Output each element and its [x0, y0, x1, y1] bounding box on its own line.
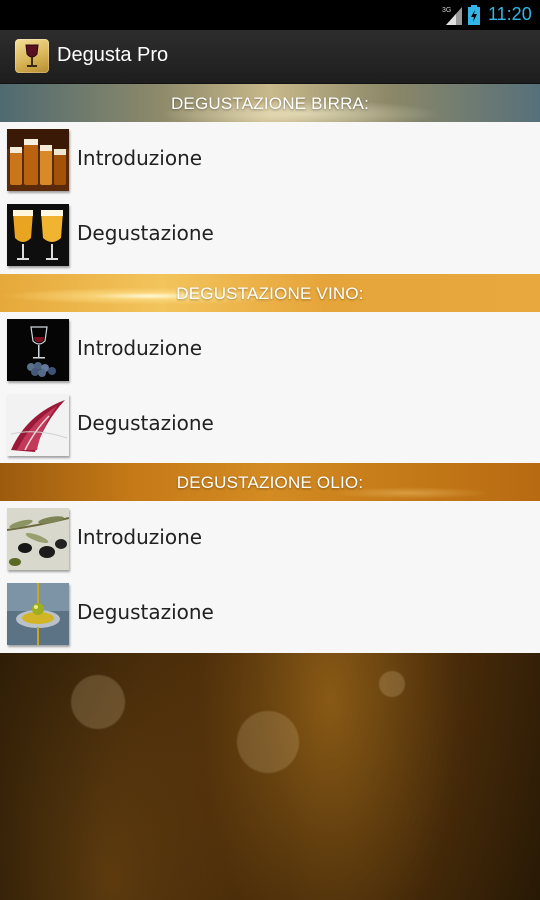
svg-text:3G: 3G: [442, 7, 451, 14]
wine-glass-grapes-image: [7, 319, 69, 381]
item-label: Introduzione: [77, 336, 203, 360]
item-label: Degustazione: [77, 600, 214, 624]
item-label: Degustazione: [77, 411, 214, 435]
list-item-vino-degustazione[interactable]: Degustazione: [0, 387, 540, 462]
clock: 11:20: [488, 4, 532, 24]
red-wine-swirl-image: [7, 394, 69, 456]
app-title: Degusta Pro: [57, 44, 169, 66]
list-olio: Introduzione Degustazione: [0, 501, 540, 653]
section-header-olio: DEGUSTAZIONE OLIO:: [0, 463, 540, 501]
list-item-vino-introduzione[interactable]: Introduzione: [0, 312, 540, 387]
battery-icon: [468, 5, 480, 25]
section-header-birra: DEGUSTAZIONE BIRRA:: [0, 84, 540, 122]
status-bar: 3G 11:20: [0, 0, 540, 30]
list-item-olio-degustazione[interactable]: Degustazione: [0, 576, 540, 651]
item-label: Introduzione: [77, 146, 203, 170]
signal-icon: 3G: [442, 7, 462, 25]
olive-oil-drop-image: [7, 583, 69, 645]
list-item-olio-introduzione[interactable]: Introduzione: [0, 501, 540, 576]
item-label: Degustazione: [77, 221, 214, 245]
item-label: Introduzione: [77, 525, 203, 549]
list-item-birra-degustazione[interactable]: Degustazione: [0, 197, 540, 272]
wine-glass-icon[interactable]: [15, 39, 49, 73]
action-bar: Degusta Pro: [0, 30, 540, 84]
beer-tasting-image: [7, 204, 69, 266]
olives-branch-image: [7, 508, 69, 570]
section-header-vino: DEGUSTAZIONE VINO:: [0, 274, 540, 312]
beer-glasses-image: [7, 129, 69, 191]
list-birra: Introduzione Degustazione: [0, 122, 540, 274]
list-vino: Introduzione Degustazione: [0, 312, 540, 463]
list-item-birra-introduzione[interactable]: Introduzione: [0, 122, 540, 197]
